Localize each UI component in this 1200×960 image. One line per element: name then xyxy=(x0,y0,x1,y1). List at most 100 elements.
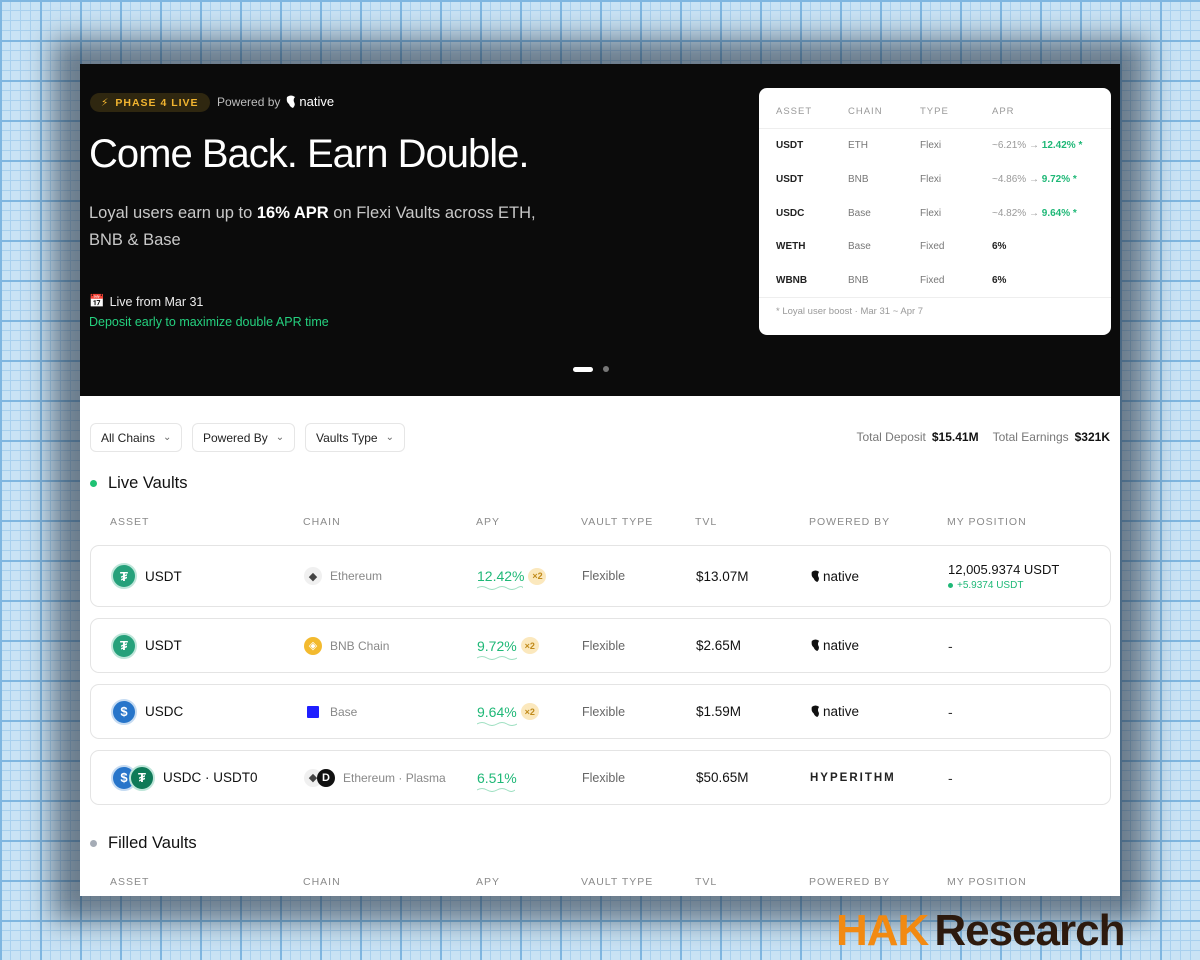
live-from: 📅 Live from Mar 31 xyxy=(89,294,203,309)
phase-badge: ⚡ PHASE 4 LIVE xyxy=(90,93,210,112)
apr-card: ASSET CHAIN TYPE APR USDT ETH Flexi ~6.2… xyxy=(759,88,1111,335)
all-chains-label: All Chains xyxy=(101,430,156,445)
col-asset: ASSET xyxy=(110,516,150,528)
asset-name: USDC · USDT0 xyxy=(163,770,258,785)
position-amount: 12,005.9374 USDT xyxy=(948,561,1060,577)
tvl-text: $1.59M xyxy=(696,704,742,719)
apr-chain: BNB xyxy=(848,275,869,286)
apr-asset: WBNB xyxy=(776,275,808,286)
boost-badge: ×2 xyxy=(528,567,547,585)
vault-position: - xyxy=(948,685,953,738)
live-vaults-heading: Live Vaults xyxy=(90,474,188,493)
vault-powered-by: native xyxy=(810,619,859,672)
vault-type: Flexible xyxy=(582,619,625,672)
apr-type: Flexi xyxy=(920,208,942,219)
apy-text: 9.64% xyxy=(477,703,517,720)
plasma-icon: D xyxy=(317,768,335,787)
apy-wave-icon xyxy=(477,586,523,590)
native-logo-icon xyxy=(811,705,820,717)
all-chains-filter[interactable]: All Chains ⌄ xyxy=(90,423,183,452)
vault-position: - xyxy=(948,619,953,672)
usdt0-icon: ₮ xyxy=(129,764,155,791)
apr-asset: USDC xyxy=(776,208,805,219)
hak-research-watermark: HAK Research xyxy=(836,906,1125,956)
vault-apy: 9.72% ×2 xyxy=(477,619,539,672)
vault-apy: 9.64% ×2 xyxy=(477,685,539,738)
watermark-research: Research xyxy=(934,906,1125,955)
vault-powered-by: native xyxy=(810,685,859,738)
asset-name: USDT xyxy=(145,638,182,653)
native-logo-icon xyxy=(287,95,296,108)
chain-name: Ethereum xyxy=(330,569,383,583)
vault-asset: $ ₮ USDC · USDT0 xyxy=(111,751,258,804)
vault-row[interactable]: $ ₮ USDC · USDT0 ◆ D Ethereum · Plasma 6… xyxy=(90,750,1111,805)
chain-name: BNB Chain xyxy=(330,638,390,653)
carousel-dot-1[interactable] xyxy=(573,366,593,372)
filled-vaults-heading: Filled Vaults xyxy=(90,834,197,853)
vault-powered-by: HYPERITHM xyxy=(810,751,896,804)
total-earnings-value: $321K xyxy=(1074,430,1110,444)
chain-name: Base xyxy=(330,704,358,719)
apr-card-header: ASSET CHAIN TYPE APR xyxy=(759,106,1111,120)
total-earnings-label: Total Earnings xyxy=(992,430,1069,444)
apr-row: WETH Base Fixed 6% xyxy=(759,241,1111,255)
asset-name: USDC xyxy=(145,704,184,719)
carousel-dot-2[interactable] xyxy=(603,366,609,372)
hero-subtitle-pre: Loyal users earn up to xyxy=(89,204,257,222)
col-tvl: TVL xyxy=(695,516,718,528)
position-amount: - xyxy=(948,637,953,654)
col-apy: APY xyxy=(476,876,501,888)
vault-type-text: Flexible xyxy=(582,770,626,785)
apr-header-chain: CHAIN xyxy=(848,106,883,117)
vault-chain: Base xyxy=(304,685,357,738)
apr-divider xyxy=(759,297,1111,298)
apr-value: ~4.86% → 9.72% * xyxy=(992,174,1077,185)
apr-row: WBNB BNB Fixed 6% xyxy=(759,275,1111,289)
native-logo-icon xyxy=(811,639,820,651)
vault-type-text: Flexible xyxy=(582,569,626,583)
delta-dot xyxy=(948,582,953,588)
vault-chain: ◆ D Ethereum · Plasma xyxy=(304,751,446,804)
apr-value: 6% xyxy=(992,275,1007,286)
vaults-type-label: Vaults Type xyxy=(316,430,378,445)
apr-old: ~4.86% → xyxy=(992,174,1039,185)
apr-chain: BNB xyxy=(848,174,869,185)
powered-name: native xyxy=(823,638,860,653)
col-chain: CHAIN xyxy=(303,516,341,528)
native-logo: native xyxy=(810,638,859,653)
vault-type: Flexible xyxy=(582,685,625,738)
native-brand-label: native xyxy=(299,94,335,109)
vaults-type-filter[interactable]: Vaults Type ⌄ xyxy=(305,423,405,452)
col-chain: CHAIN xyxy=(303,876,341,888)
apr-type: Flexi xyxy=(920,140,942,151)
vault-chain: ◆ Ethereum xyxy=(304,546,382,606)
col-vault-type: VAULT TYPE xyxy=(581,876,654,888)
vault-apy: 12.42% ×2 xyxy=(477,546,547,606)
apr-type: Flexi xyxy=(920,174,942,185)
col-my-position: MY POSITION xyxy=(947,516,1027,528)
carousel-dots xyxy=(573,366,609,372)
vault-tvl: $50.65M xyxy=(696,751,749,804)
chevron-down-icon: ⌄ xyxy=(275,432,285,443)
vault-row[interactable]: ₮ USDT ◆ Ethereum 12.42% ×2 Flexible $13… xyxy=(90,545,1111,607)
apr-mark: * xyxy=(1072,208,1077,219)
vault-row[interactable]: $ USDC Base 9.64% ×2 Flexible $1.59M nat… xyxy=(90,684,1111,739)
vault-type: Flexible xyxy=(582,751,625,804)
col-tvl: TVL xyxy=(695,876,718,888)
live-status-dot xyxy=(90,480,97,487)
vault-row[interactable]: ₮ USDT ◈ BNB Chain 9.72% ×2 Flexible $2.… xyxy=(90,618,1111,673)
apr-asset: USDT xyxy=(776,140,804,151)
apy-wave-icon xyxy=(477,655,517,660)
apr-mark: * xyxy=(1072,174,1077,185)
vault-asset: ₮ USDT xyxy=(111,619,182,672)
deposit-early-note: Deposit early to maximize double APR tim… xyxy=(89,315,329,329)
live-vaults-title: Live Vaults xyxy=(108,474,188,492)
calendar-icon: 📅 xyxy=(89,294,105,308)
vault-position: 12,005.9374 USDT +5.9374 USDT xyxy=(948,546,1059,606)
apy-wave-icon xyxy=(477,721,517,726)
powered-name: native xyxy=(823,568,860,584)
tvl-text: $2.65M xyxy=(696,638,742,653)
tether-icon: ₮ xyxy=(111,563,137,589)
total-deposit-value: $15.41M xyxy=(931,430,979,444)
powered-by-filter[interactable]: Powered By ⌄ xyxy=(192,423,296,452)
